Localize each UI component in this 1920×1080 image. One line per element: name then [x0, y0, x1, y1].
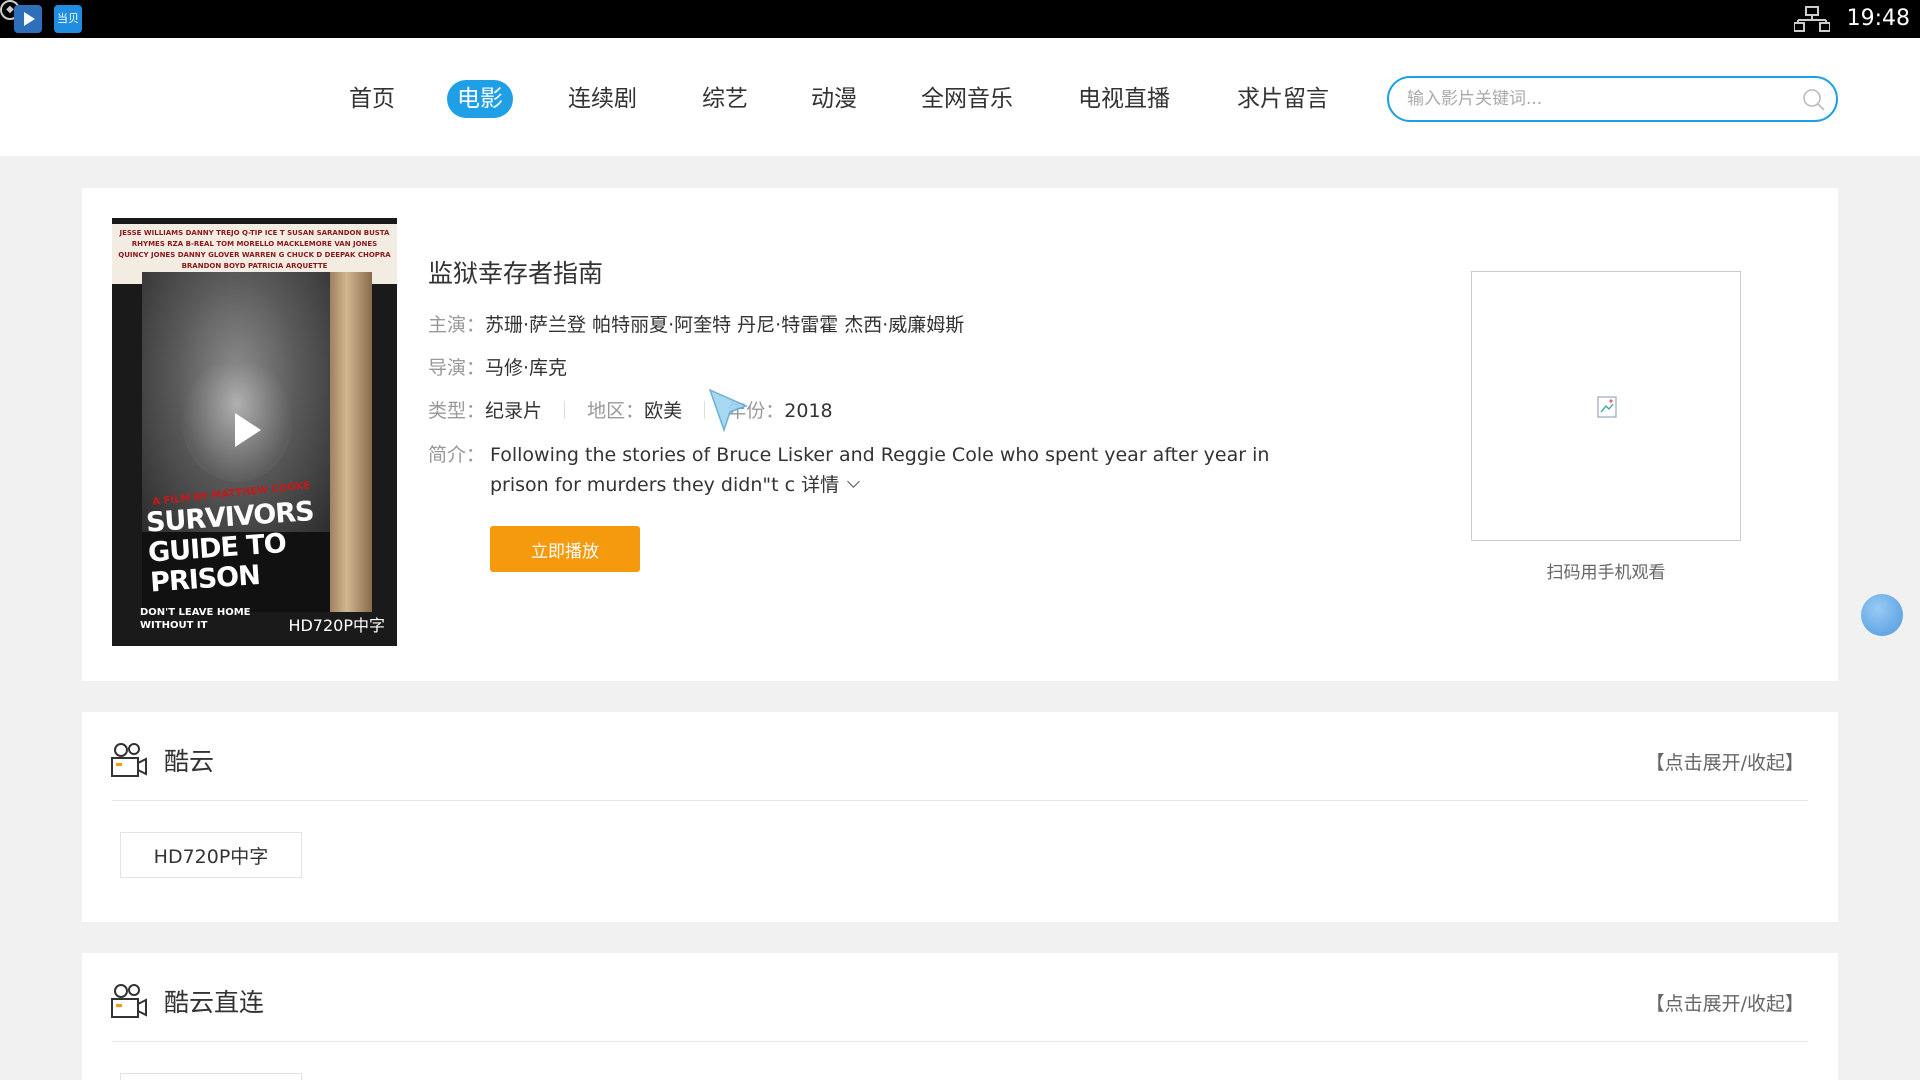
nav-variety[interactable]: 综艺 — [692, 80, 758, 118]
source-section: 酷云直连 【点击展开/收起】 — [82, 953, 1838, 1080]
genre-value: 纪录片 — [485, 400, 543, 422]
divider — [564, 401, 566, 419]
source-title: 酷云直连 — [164, 988, 265, 1017]
intro-row: 简介： Following the stories of Bruce Liske… — [428, 440, 1328, 496]
nav-music[interactable]: 全网音乐 — [911, 80, 1023, 118]
status-bar: 当贝 ◆ 19:48 — [0, 0, 1920, 38]
poster-quality-badge: HD720P中字 — [288, 616, 385, 635]
nav-movies[interactable]: 电影 — [447, 80, 513, 118]
episode-button[interactable] — [120, 1073, 302, 1080]
details-toggle[interactable]: 详情 — [801, 474, 860, 496]
nav-home[interactable]: 首页 — [339, 80, 405, 118]
qr-caption: 扫码用手机观看 — [1546, 563, 1666, 583]
cast-row: 主演：苏珊·萨兰登 帕特丽夏·阿奎特 丹尼·特雷霍 杰西·威廉姆斯 — [428, 310, 964, 337]
genre-label: 类型： — [428, 400, 486, 422]
nav-live-tv[interactable]: 电视直播 — [1068, 80, 1180, 118]
chevron-down-icon — [847, 475, 860, 488]
intro-text: Following the stories of Bruce Lisker an… — [490, 444, 1270, 496]
cast-label: 主演： — [428, 314, 486, 336]
intro-text-block: Following the stories of Bruce Lisker an… — [490, 440, 1330, 500]
region-label: 地区： — [587, 400, 645, 422]
play-icon[interactable] — [235, 413, 261, 447]
director-row: 导演：马修·库克 — [428, 353, 567, 380]
network-icon — [1794, 6, 1830, 32]
video-camera-icon — [111, 984, 147, 1018]
divider — [112, 1041, 1808, 1042]
play-now-button[interactable]: 立即播放 — [490, 526, 640, 572]
divider — [112, 800, 1808, 801]
nav-request[interactable]: 求片留言 — [1227, 80, 1339, 118]
clock: 19:48 — [1846, 6, 1910, 31]
year-value: 2018 — [784, 400, 833, 422]
search-icon[interactable] — [1802, 88, 1826, 112]
source-section: 酷云 【点击展开/收起】 HD720P中字 — [82, 712, 1838, 922]
pointer-cursor-icon — [708, 388, 748, 433]
expand-collapse-toggle[interactable]: 【点击展开/收起】 — [1646, 748, 1804, 775]
cast-value: 苏珊·萨兰登 帕特丽夏·阿奎特 丹尼·特雷霍 杰西·威廉姆斯 — [485, 314, 965, 336]
source-title: 酷云 — [164, 747, 215, 776]
video-camera-icon — [111, 743, 147, 777]
director-label: 导演： — [428, 357, 486, 379]
movie-poster[interactable]: JESSE WILLIAMS DANNY TREJO Q-TIP ICE T S… — [112, 218, 397, 646]
movie-title: 监狱幸存者指南 — [428, 259, 604, 288]
qr-code — [1471, 271, 1741, 541]
details-label: 详情 — [801, 474, 840, 496]
movie-info-panel: JESSE WILLIAMS DANNY TREJO Q-TIP ICE T S… — [82, 188, 1838, 681]
director-value: 马修·库克 — [485, 357, 568, 379]
broken-image-icon — [1597, 396, 1617, 418]
nav-series[interactable]: 连续剧 — [558, 80, 647, 118]
poster-tagline: DON'T LEAVE HOME WITHOUT IT — [140, 607, 251, 631]
poster-title: SURVIVORS GUIDE TO PRISON — [145, 496, 315, 599]
search-box — [1387, 76, 1838, 122]
expand-collapse-toggle[interactable]: 【点击展开/收起】 — [1646, 989, 1804, 1016]
video-app-icon — [14, 5, 42, 33]
search-input[interactable] — [1407, 78, 1787, 120]
region-value: 欧美 — [644, 400, 683, 422]
nav-anime[interactable]: 动漫 — [801, 80, 867, 118]
intro-label: 简介： — [428, 444, 486, 466]
episode-button[interactable]: HD720P中字 — [120, 832, 302, 878]
meta-row: 类型：纪录片 地区：欧美 年份：2018 — [428, 396, 833, 423]
divider — [704, 401, 706, 419]
floating-assistant-button[interactable] — [1861, 594, 1903, 636]
top-nav-bar: 首页 电影 连续剧 综艺 动漫 全网音乐 电视直播 求片留言 — [0, 38, 1920, 156]
dangbei-app-icon: 当贝 — [54, 5, 82, 33]
